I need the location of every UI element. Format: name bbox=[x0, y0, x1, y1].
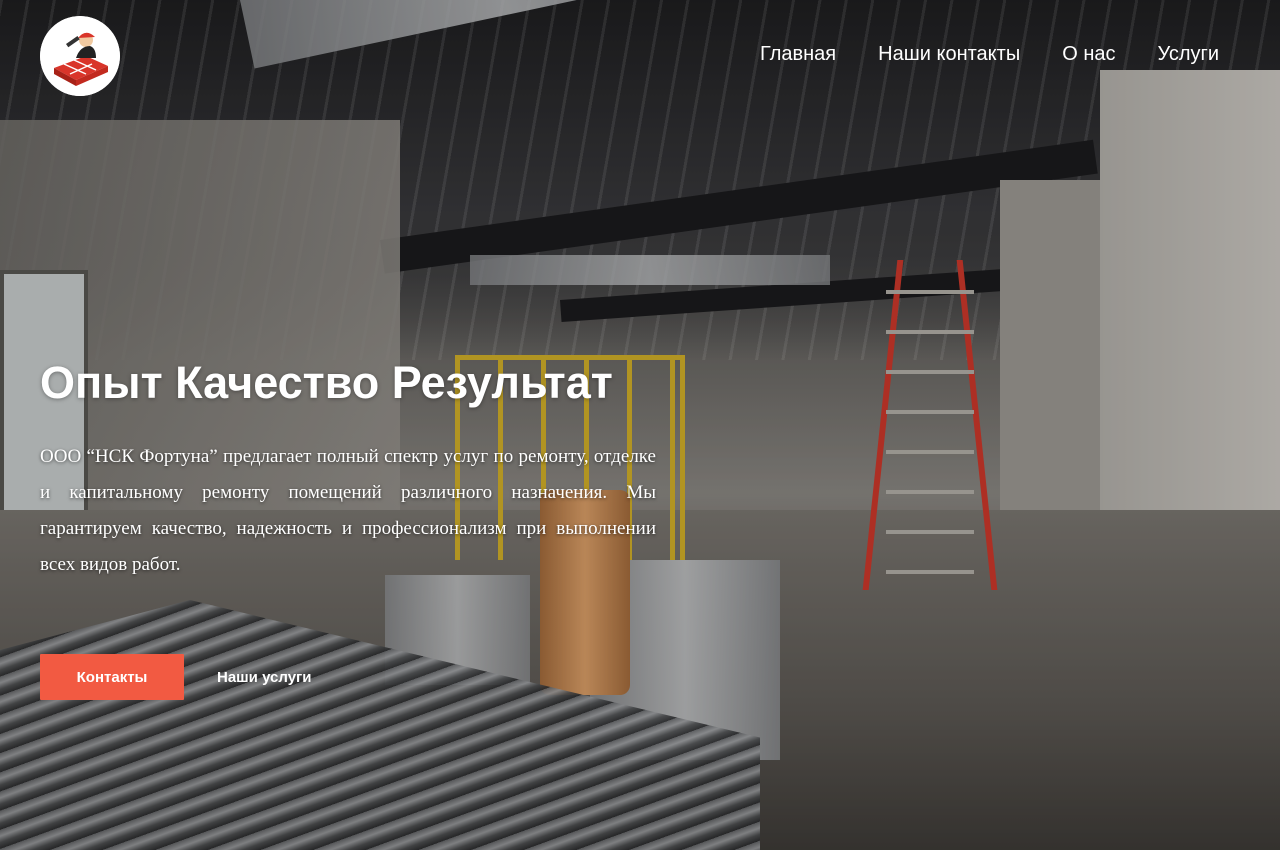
contacts-button[interactable]: Контакты bbox=[40, 654, 184, 700]
nav-link-contacts[interactable]: Наши контакты bbox=[878, 43, 1020, 66]
main-nav: Главная Наши контакты О нас Услуги bbox=[718, 43, 1219, 66]
builder-helmet-bricks-logo-icon bbox=[40, 16, 120, 96]
hero-title: Опыт Качество Результат bbox=[40, 357, 613, 408]
hero-actions: Контакты Наши услуги bbox=[40, 654, 312, 700]
nav-link-about[interactable]: О нас bbox=[1062, 43, 1115, 66]
hero-description: ООО “НСК Фортуна” предлагает полный спек… bbox=[40, 446, 656, 575]
nav-link-services[interactable]: Услуги bbox=[1157, 43, 1219, 66]
nav-link-home[interactable]: Главная bbox=[760, 43, 836, 66]
company-logo[interactable] bbox=[40, 16, 120, 96]
services-link-button[interactable]: Наши услуги bbox=[217, 669, 312, 686]
hero-content: Опыт Качество Результат ООО “НСК Фортуна… bbox=[40, 355, 656, 583]
site-header: Главная Наши контакты О нас Услуги bbox=[0, 0, 1280, 110]
